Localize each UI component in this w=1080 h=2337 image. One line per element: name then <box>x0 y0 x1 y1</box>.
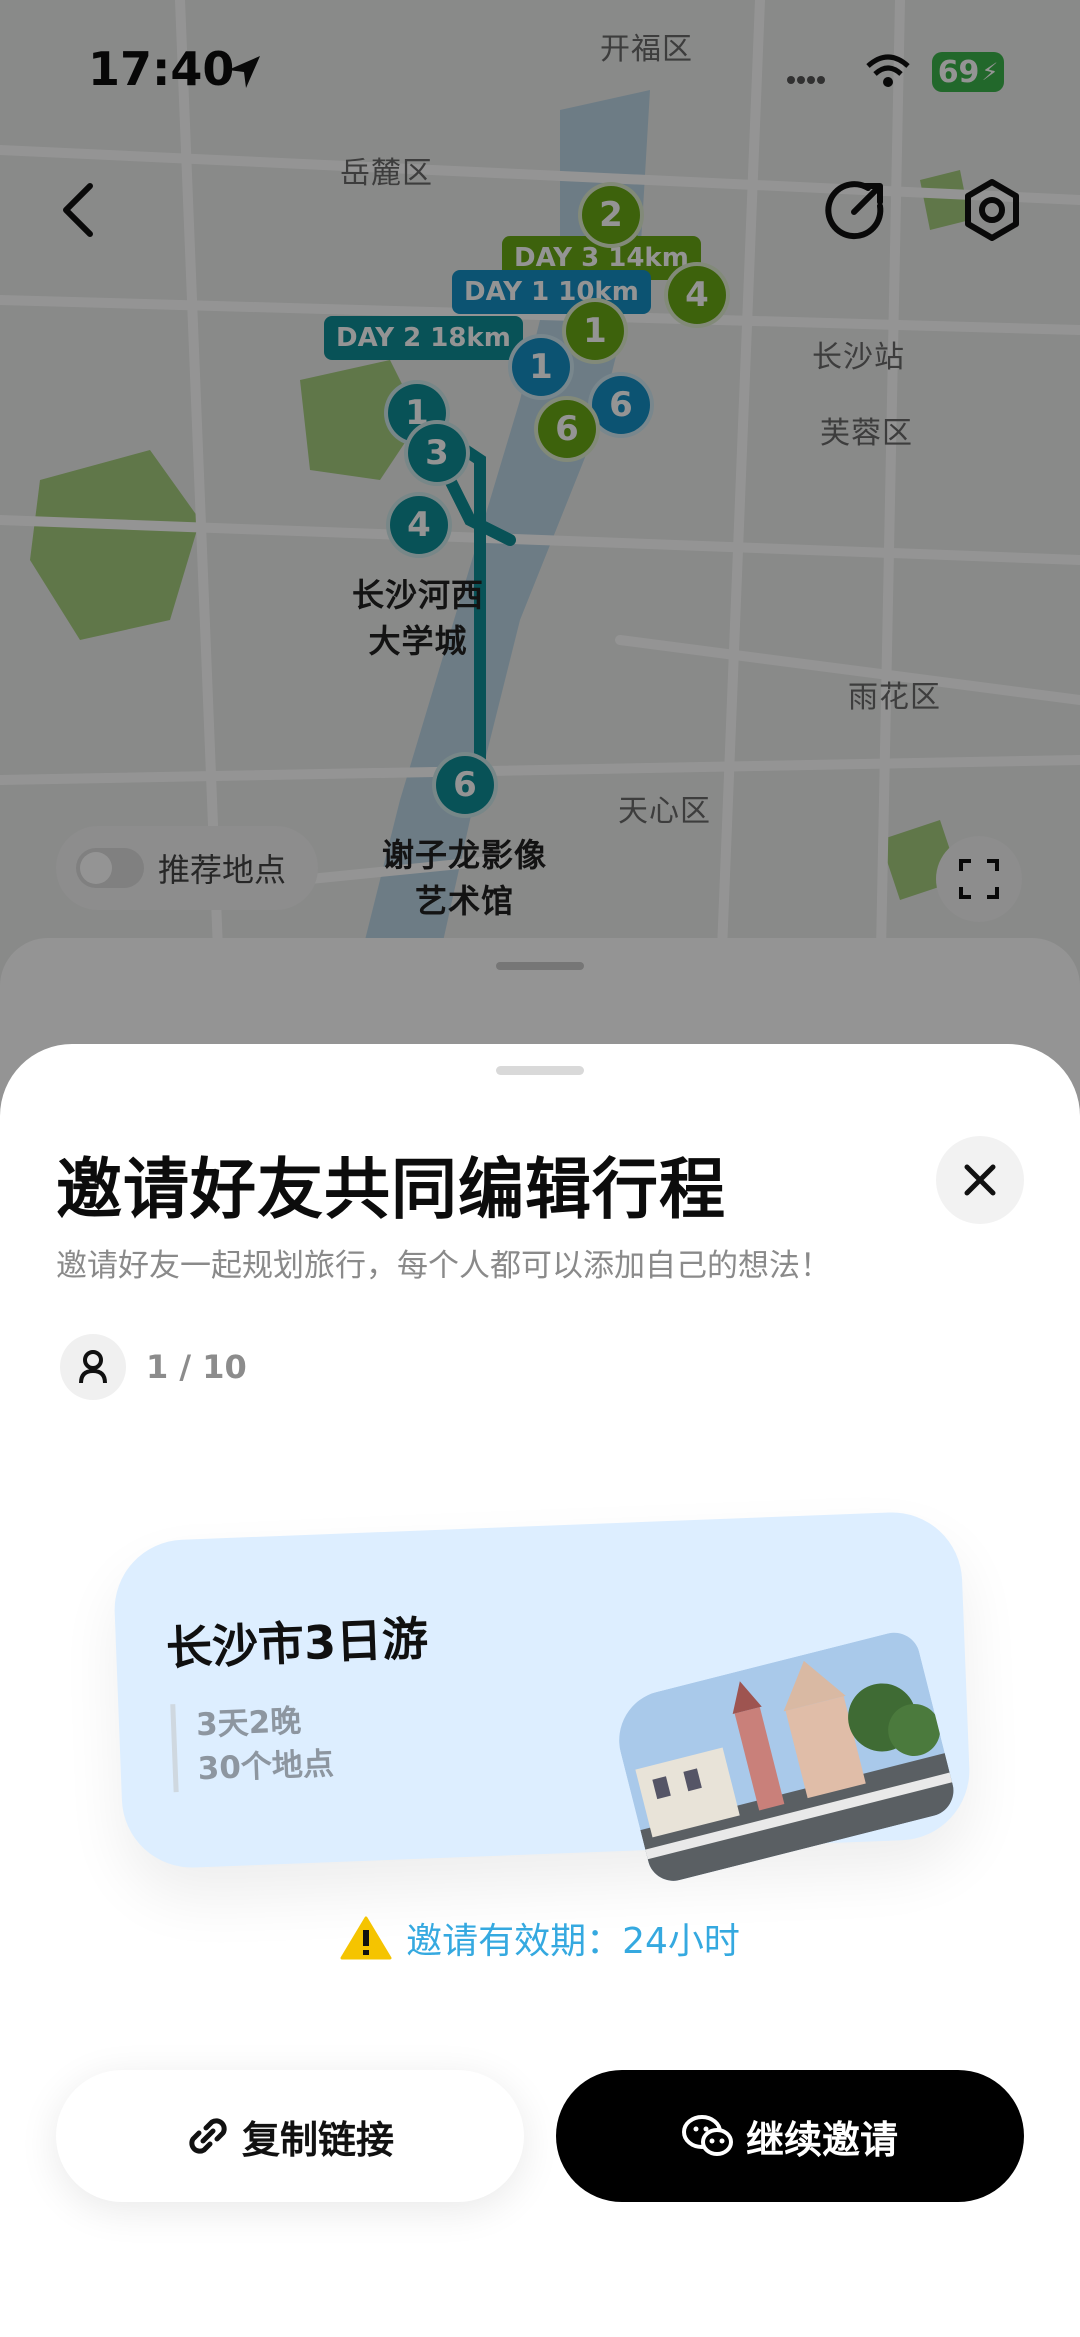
trip-title: 长沙市3日游 <box>165 1611 429 1676</box>
person-icon <box>79 1350 107 1384</box>
sheet-handle[interactable] <box>496 1066 584 1075</box>
close-icon <box>964 1164 996 1196</box>
trip-meta: 3天2晚 30个地点 <box>170 1698 335 1793</box>
warning-icon <box>340 1916 392 1960</box>
wechat-icon <box>681 2115 733 2156</box>
trip-card: 长沙市3日游 3天2晚 30个地点 <box>112 1509 972 1887</box>
member-count: 1 / 10 <box>60 1334 247 1400</box>
copy-link-label: 复制链接 <box>241 2117 394 2162</box>
validity-text: 邀请有效期：24小时 <box>406 1921 740 1962</box>
continue-invite-label: 继续邀请 <box>745 2117 898 2162</box>
member-count-text: 1 / 10 <box>146 1348 247 1386</box>
link-icon <box>189 2118 227 2154</box>
trip-places: 30个地点 <box>197 1746 335 1788</box>
invite-sheet: 邀请好友共同编辑行程 邀请好友一起规划旅行，每个人都可以添加自己的想法！ 1 /… <box>0 1044 1080 2337</box>
sheet-title: 邀请好友共同编辑行程 <box>56 1151 726 1228</box>
continue-invite-button[interactable]: 继续邀请 <box>556 2070 1024 2202</box>
sheet-subtitle: 邀请好友一起规划旅行，每个人都可以添加自己的想法！ <box>56 1248 831 1284</box>
castle-photo-icon <box>608 1627 960 1887</box>
validity-notice: 邀请有效期：24小时 <box>0 1912 1080 1964</box>
avatar <box>60 1334 126 1400</box>
trip-duration: 3天2晚 <box>195 1703 302 1744</box>
close-button[interactable] <box>936 1136 1024 1224</box>
copy-link-button[interactable]: 复制链接 <box>56 2070 524 2202</box>
trip-cover-photo <box>608 1627 960 1887</box>
